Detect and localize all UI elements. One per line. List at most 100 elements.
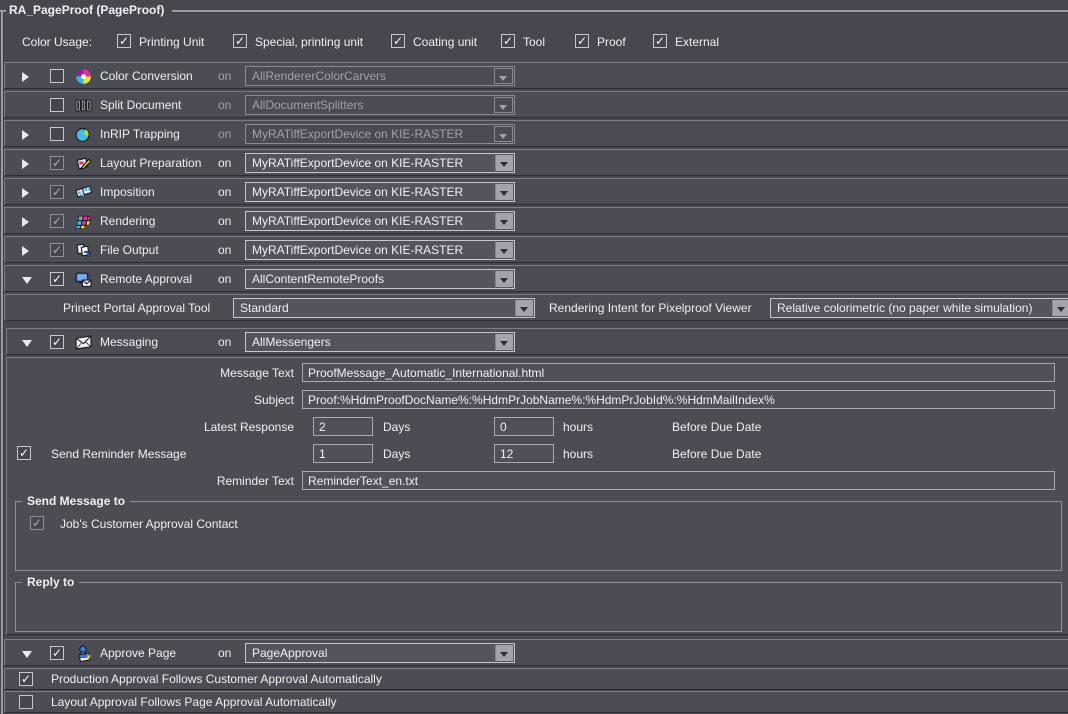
checkbox-tool[interactable] [501,34,515,48]
page-title: RA_PageProof (PageProof) [9,3,164,17]
checkbox-label: Tool [523,35,545,49]
rendering-icon [75,213,92,230]
step-target-dropdown[interactable]: AllContentRemoteProofs [245,269,515,289]
step-label: File Output [100,243,159,257]
step-target-dropdown[interactable]: MyRATiffExportDevice on KIE-RASTER [245,153,515,173]
dropdown-value: PageApproval [252,646,492,660]
step-row-approve-page: Approve Page on PageApproval [4,639,1068,666]
step-label: Split Document [100,98,181,112]
layout-approval-checkbox[interactable] [19,695,33,709]
reminder-days-input[interactable] [313,444,373,463]
step-target-dropdown[interactable]: MyRATiffExportDevice on KIE-RASTER [245,240,515,260]
approve-option-row: Production Approval Follows Customer App… [4,668,1068,690]
step-target-dropdown: MyRATiffExportDevice on KIE-RASTER [245,124,515,144]
production-approval-checkbox[interactable] [19,672,33,686]
step-checkbox [50,185,64,199]
step-row-rendering: Rendering on MyRATiffExportDevice on KIE… [4,207,1068,234]
dropdown-value: MyRATiffExportDevice on KIE-RASTER [252,243,492,257]
imposition-icon [75,184,92,201]
dropdown-arrow[interactable] [495,213,513,229]
dropdown-arrow[interactable] [495,334,513,350]
latest-response-label: Latest Response [7,420,294,434]
step-checkbox[interactable] [50,69,64,83]
step-row-layout-preparation: Layout Preparation on MyRATiffExportDevi… [4,149,1068,176]
dropdown-arrow[interactable] [515,300,533,316]
step-row-file-output: File Output on MyRATiffExportDevice on K… [4,236,1068,263]
expand-arrow-icon[interactable] [22,651,32,658]
rendering-intent-label: Rendering Intent for Pixelproof Viewer [549,301,752,315]
expand-arrow-icon[interactable] [22,277,32,284]
message-text-label: Message Text [7,366,294,380]
step-checkbox [50,243,64,257]
reminder-text-label: Reminder Text [7,474,294,488]
checkbox-label: Production Approval Follows Customer App… [51,672,382,686]
checkbox-special-printing-unit[interactable] [233,34,247,48]
remote-approval-options-row: Prinect Portal Approval Tool Standard Re… [4,294,1068,321]
send-reminder-checkbox[interactable] [17,446,31,460]
on-label: on [218,156,231,170]
step-checkbox[interactable] [50,335,64,349]
pageproof-settings-panel: RA_PageProof (PageProof) Color Usage: Pr… [0,0,1068,714]
days-label: Days [383,420,410,434]
reply-to-group: Reply to [15,582,1062,632]
message-text-input[interactable] [302,363,1055,382]
step-target-dropdown[interactable]: MyRATiffExportDevice on KIE-RASTER [245,182,515,202]
days-label: Days [383,447,410,461]
step-row-inrip-trapping: InRIP Trapping on MyRATiffExportDevice o… [4,120,1068,147]
checkbox-printing-unit[interactable] [117,34,131,48]
subject-input[interactable] [302,390,1055,409]
step-label: Messaging [100,335,158,349]
trapping-icon [75,126,92,143]
dropdown-arrow[interactable] [495,242,513,258]
dropdown-value: MyRATiffExportDevice on KIE-RASTER [252,214,492,228]
step-row-messaging: Messaging on AllMessengers [6,328,1068,355]
step-checkbox[interactable] [50,127,64,141]
step-checkbox[interactable] [50,272,64,286]
dropdown-value: AllRendererColorCarvers [252,69,492,83]
step-target-dropdown[interactable]: MyRATiffExportDevice on KIE-RASTER [245,211,515,231]
step-target-dropdown: AllDocumentSplitters [245,95,515,115]
expand-arrow-icon[interactable] [22,188,29,198]
on-label: on [218,98,231,112]
dropdown-arrow[interactable] [495,184,513,200]
expand-arrow-icon[interactable] [22,217,29,227]
groupbox-border [172,10,1068,13]
step-target-dropdown[interactable]: AllMessengers [245,332,515,352]
on-label: on [218,69,231,83]
dropdown-arrow[interactable] [495,155,513,171]
rendering-intent-dropdown[interactable]: Relative colorimetric (no paper white si… [770,298,1068,318]
before-due-date-label: Before Due Date [672,447,761,461]
step-target-dropdown[interactable]: PageApproval [245,643,515,663]
on-label: on [218,185,231,199]
expand-arrow-icon[interactable] [22,340,32,347]
latest-response-days-input[interactable] [313,417,373,436]
step-checkbox[interactable] [50,98,64,112]
expand-arrow-icon[interactable] [22,72,29,82]
latest-response-hours-input[interactable] [494,417,554,436]
split-document-icon [75,97,92,114]
portal-tool-dropdown[interactable]: Standard [233,298,535,318]
checkbox-proof[interactable] [575,34,589,48]
step-checkbox[interactable] [50,646,64,660]
color-wheel-icon [75,68,92,85]
checkbox-coating-unit[interactable] [391,34,405,48]
on-label: on [218,646,231,660]
reminder-hours-input[interactable] [494,444,554,463]
step-label: Remote Approval [100,272,192,286]
expand-arrow-icon[interactable] [22,246,29,256]
layout-preparation-icon [75,155,92,172]
checkbox-label: External [675,35,719,49]
messaging-settings-panel: Message Text Subject Latest Response Day… [6,357,1068,635]
on-label: on [218,272,231,286]
hours-label: hours [563,420,593,434]
checkbox-external[interactable] [653,34,667,48]
dropdown-arrow[interactable] [495,271,513,287]
expand-arrow-icon[interactable] [22,159,29,169]
step-label: Layout Preparation [100,156,201,170]
reminder-text-input[interactable] [302,471,1055,490]
approve-option-row: Layout Approval Follows Page Approval Au… [4,691,1068,713]
step-target-dropdown: AllRendererColorCarvers [245,66,515,86]
dropdown-arrow[interactable] [495,645,513,661]
dropdown-arrow[interactable] [1052,300,1068,316]
expand-arrow-icon[interactable] [22,130,29,140]
